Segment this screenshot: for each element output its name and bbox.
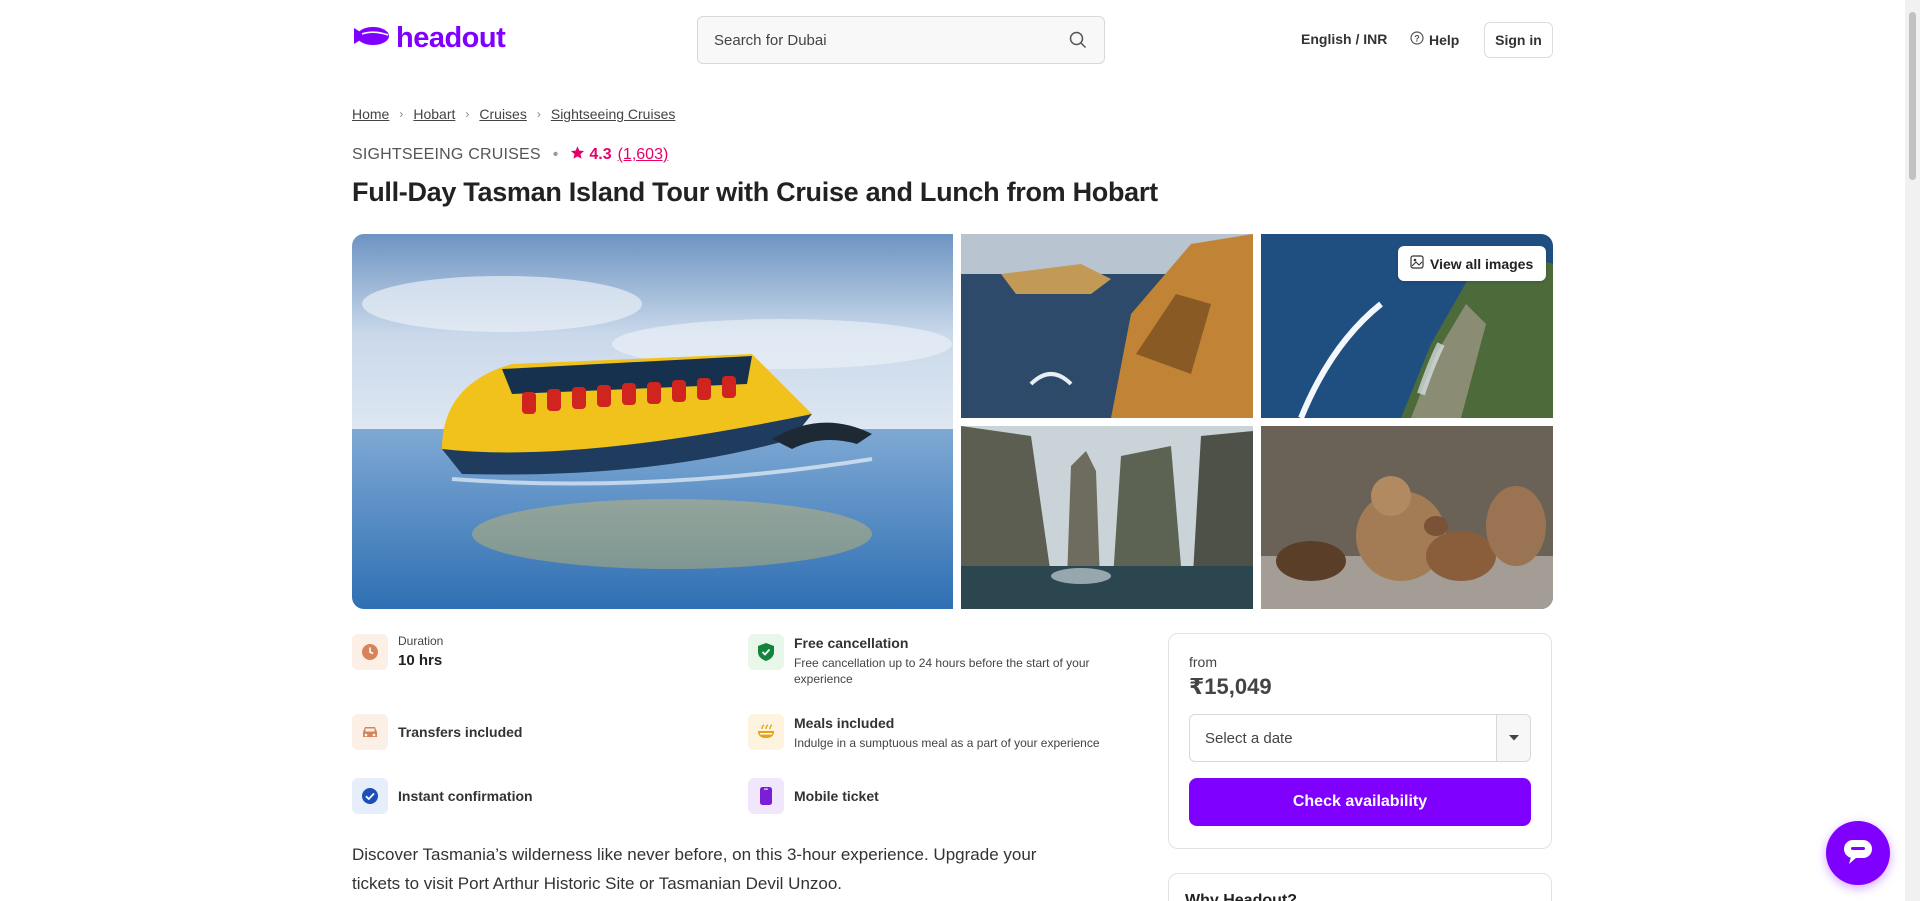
car-icon [352,714,388,750]
feature-duration: Duration 10 hrs [352,634,443,670]
feature-instant-confirmation: Instant confirmation [352,778,533,814]
headout-logo[interactable]: headout [352,22,506,55]
mobile-phone-icon [748,778,784,814]
view-all-images-label: View all images [1430,255,1534,272]
price-from-label: from [1189,654,1217,670]
breadcrumb: Home › Hobart › Cruises › Sightseeing Cr… [352,106,675,122]
logo-text: headout [396,22,506,54]
meals-desc: Indulge in a sumptuous meal as a part of… [794,736,1100,750]
header: headout English / INR ? Help Sign in [0,0,1920,80]
product-description: Discover Tasmania’s wilderness like neve… [352,845,1037,893]
date-select-placeholder: Select a date [1205,729,1293,747]
chat-bubble-icon [1843,839,1873,868]
instant-confirmation-label: Instant confirmation [398,788,533,804]
mobile-ticket-label: Mobile ticket [794,788,879,804]
feature-free-cancellation: Free cancellation Free cancellation up t… [748,634,1094,687]
product-category[interactable]: SIGHTSEEING CRUISES [352,146,541,164]
feature-mobile-ticket: Mobile ticket [748,778,879,814]
gallery-image-rock-pillars[interactable] [961,426,1253,609]
free-cancellation-desc: Free cancellation up to 24 hours before … [794,656,1090,686]
breadcrumb-hobart[interactable]: Hobart [413,106,455,122]
svg-text:?: ? [1414,34,1420,44]
scrollbar-thumb[interactable] [1909,12,1916,180]
booking-card: from ₹15,049 Select a date Check availab… [1168,633,1552,849]
separator-dot: • [552,146,559,163]
image-icon [1410,255,1424,272]
price-value: ₹15,049 [1189,674,1272,699]
free-cancellation-label: Free cancellation [794,635,909,651]
image-gallery [352,234,1553,609]
page-title: Full-Day Tasman Island Tour with Cruise … [352,177,1158,207]
sign-in-button[interactable]: Sign in [1484,22,1553,58]
language-currency-selector[interactable]: English / INR [1301,31,1387,47]
gallery-image-seals[interactable] [1261,426,1553,609]
breadcrumb-home[interactable]: Home [352,106,389,122]
rating-value: 4.3 [589,146,612,163]
shield-check-icon [748,634,784,670]
page-scrollbar[interactable] [1905,0,1920,901]
rating-count-link[interactable]: (1,603) [618,146,669,164]
blimp-icon [352,24,390,53]
help-link[interactable]: ? Help [1410,31,1459,48]
why-headout-card: Why Headout? [1168,873,1552,901]
meals-label: Meals included [794,715,895,731]
duration-label: Duration [398,634,444,648]
search-input[interactable] [714,31,1068,49]
meal-bowl-icon [748,714,784,750]
view-all-images-button[interactable]: View all images [1398,246,1547,281]
caret-down-icon[interactable] [1496,715,1530,761]
gallery-image-boat-dolphin[interactable] [352,234,953,609]
duration-value: 10 hrs [398,652,443,669]
why-headout-title: Why Headout? [1185,892,1297,901]
date-select[interactable]: Select a date [1189,714,1531,762]
rating: 4.3 (1,603) [570,145,668,165]
product-meta: SIGHTSEEING CRUISES • 4.3 (1,603) [352,145,668,165]
chevron-right-icon: › [465,107,470,121]
feature-transfers: Transfers included [352,714,522,750]
clock-icon [352,634,388,670]
check-circle-icon [352,778,388,814]
feature-meals: Meals included Indulge in a sumptuous me… [748,714,1124,751]
help-label: Help [1429,31,1460,48]
breadcrumb-sightseeing-cruises[interactable]: Sightseeing Cruises [551,106,676,122]
gallery-image-cliffs[interactable] [961,234,1253,418]
chat-support-button[interactable] [1826,821,1890,885]
chevron-right-icon: › [536,107,541,121]
breadcrumb-cruises[interactable]: Cruises [479,106,526,122]
search-bar[interactable] [697,16,1105,64]
help-icon: ? [1410,31,1424,48]
search-icon[interactable] [1068,30,1088,50]
star-icon [570,145,585,165]
check-availability-button[interactable]: Check availability [1189,778,1531,826]
transfers-label: Transfers included [398,724,523,740]
chevron-right-icon: › [399,107,404,121]
